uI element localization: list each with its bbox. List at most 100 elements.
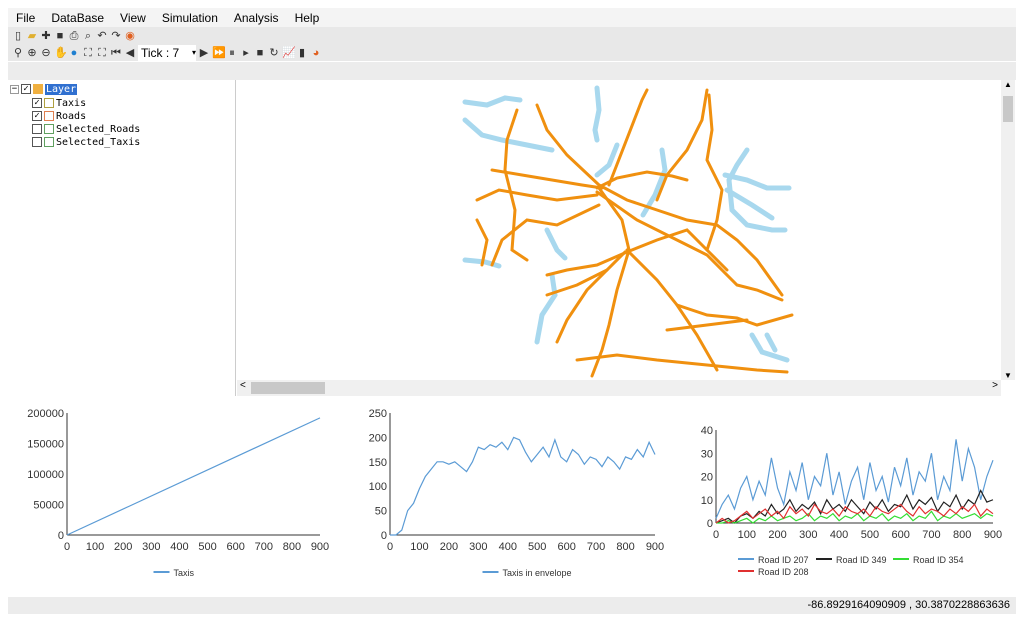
x-tick-label: 0: [387, 541, 393, 553]
stop-icon[interactable]: ■: [254, 47, 266, 59]
taxi-road: [722, 172, 792, 191]
legend-label: Road ID 354: [913, 555, 964, 565]
menu-help[interactable]: Help: [287, 11, 328, 25]
tree-node-taxis[interactable]: ✓ Taxis: [32, 97, 86, 109]
print-icon[interactable]: ⎙: [68, 30, 80, 42]
chevron-down-icon[interactable]: ▾: [192, 45, 196, 61]
coordinates-readout: -86.8929164090909 , 30.3870228863636: [807, 599, 1010, 611]
y-tick-label: 40: [701, 425, 713, 437]
scroll-up-icon[interactable]: ▲: [1001, 80, 1015, 89]
layer-label: Roads: [56, 110, 87, 122]
fast-forward-icon[interactable]: ⏩: [212, 47, 226, 59]
tick-dropdown[interactable]: Tick : 7 ▾: [138, 44, 196, 61]
open-icon[interactable]: ▰: [26, 30, 38, 42]
road: [590, 186, 631, 378]
undo-icon[interactable]: ↶: [96, 30, 108, 42]
full-extent-icon[interactable]: ⛶: [82, 47, 94, 59]
scroll-down-icon[interactable]: ▼: [1001, 371, 1015, 380]
fit-icon[interactable]: ⛶: [96, 47, 108, 59]
zoom-out-icon[interactable]: ⊖: [40, 47, 52, 59]
x-tick-label: 100: [738, 529, 756, 541]
road: [503, 108, 529, 262]
menu-view[interactable]: View: [112, 11, 154, 25]
menu-analysis[interactable]: Analysis: [226, 11, 287, 25]
tree-node-layer[interactable]: − ✓ Layer: [10, 83, 78, 95]
color-icon[interactable]: ◉: [124, 30, 136, 42]
redo-icon[interactable]: ↷: [110, 30, 122, 42]
menu-database[interactable]: DataBase: [43, 11, 112, 25]
scroll-left-icon[interactable]: <: [240, 380, 246, 391]
menu-file[interactable]: File: [8, 11, 43, 25]
x-tick-label: 200: [114, 541, 132, 553]
road: [575, 353, 789, 374]
toolbar-file: ▯ ▰ ✚ ■ ⎙ ⌕ ↶ ↷ ◉: [8, 27, 1016, 44]
taxi-road: [592, 85, 602, 143]
y-tick-label: 10: [701, 495, 713, 507]
layer-checkbox[interactable]: ✓: [32, 98, 42, 108]
roads: [475, 88, 794, 378]
next-icon[interactable]: ▶: [198, 47, 210, 59]
taxi-road: [764, 332, 778, 353]
vertical-scroll-thumb[interactable]: [1003, 96, 1013, 122]
pan-icon[interactable]: ✋: [54, 47, 68, 59]
y-tick-label: 20: [701, 472, 713, 484]
toolbar-simulation: ⚲ ⊕ ⊖ ✋ ● ⛶ ⛶ ⏮ ◀ Tick : 7 ▾ ▶ ⏩ ⏸ ▸ ■ ↻ 📈 ▮ ◕: [8, 44, 1016, 61]
scroll-right-icon[interactable]: >: [992, 380, 998, 391]
tree-node-selected-taxis[interactable]: Selected_Taxis: [32, 136, 140, 148]
horizontal-scroll-thumb[interactable]: [251, 382, 325, 394]
globe-icon[interactable]: ●: [68, 47, 80, 59]
layer-icon: [44, 111, 54, 121]
menu-bar: File DataBase View Simulation Analysis Help: [8, 8, 1016, 27]
tick-value: Tick : 7: [141, 45, 180, 60]
pie-chart-icon[interactable]: ◕: [310, 47, 322, 59]
layer-checkbox[interactable]: [32, 124, 42, 134]
layer-tree: − ✓ Layer ✓ Taxis ✓ Roads Selected_Roads Sele…: [8, 80, 236, 396]
add-icon[interactable]: ✚: [40, 30, 52, 42]
road: [655, 88, 709, 202]
vertical-scrollbar[interactable]: ▲ ▼: [1001, 80, 1015, 380]
x-tick-label: 300: [799, 529, 817, 541]
layer-checkbox[interactable]: [32, 137, 42, 147]
x-tick-label: 600: [891, 529, 909, 541]
y-tick-label: 100000: [27, 469, 64, 481]
layer-label: Taxis: [56, 97, 87, 109]
x-tick-label: 500: [861, 529, 879, 541]
find-icon[interactable]: ⌕: [82, 30, 94, 42]
save-icon[interactable]: ■: [54, 30, 66, 42]
zoom-in-icon[interactable]: ⊕: [26, 47, 38, 59]
x-tick-label: 100: [86, 541, 104, 553]
x-tick-label: 900: [311, 541, 329, 553]
y-tick-label: 150: [369, 457, 387, 469]
x-tick-label: 900: [646, 541, 664, 553]
layer-label: Selected_Roads: [56, 123, 141, 135]
prev-icon[interactable]: ◀: [124, 47, 136, 59]
refresh-icon[interactable]: ↻: [268, 47, 280, 59]
tree-node-selected-roads[interactable]: Selected_Roads: [32, 123, 140, 135]
collapse-icon[interactable]: −: [10, 84, 19, 94]
x-tick-label: 200: [440, 541, 458, 553]
x-tick-label: 100: [410, 541, 428, 553]
pause-icon[interactable]: ⏸: [226, 47, 238, 59]
menu-simulation[interactable]: Simulation: [154, 11, 226, 25]
series-line-taxis: [66, 417, 321, 536]
taxi-road: [544, 227, 568, 261]
x-tick-label: 800: [953, 529, 971, 541]
tree-node-roads[interactable]: ✓ Roads: [32, 110, 86, 122]
x-tick-label: 500: [198, 541, 216, 553]
bar-chart-icon[interactable]: ▮: [296, 47, 308, 59]
layer-checkbox[interactable]: ✓: [21, 84, 31, 94]
layer-checkbox[interactable]: ✓: [32, 111, 42, 121]
taxi-road: [534, 272, 558, 345]
legend-label: Road ID 349: [836, 555, 887, 565]
zoom-icon[interactable]: ⚲: [12, 47, 24, 59]
line-chart-icon[interactable]: 📈: [282, 47, 296, 59]
tree-root-label[interactable]: Layer: [45, 83, 78, 95]
play-icon[interactable]: ▸: [240, 47, 252, 59]
new-icon[interactable]: ▯: [12, 30, 24, 42]
x-tick-label: 800: [616, 541, 634, 553]
map-view[interactable]: ▲ ▼ < >: [237, 80, 1015, 396]
series-line-road-id-207: [715, 439, 994, 519]
horizontal-scrollbar[interactable]: < >: [237, 380, 1001, 396]
legend-label: Road ID 207: [758, 555, 809, 565]
first-icon[interactable]: ⏮: [110, 47, 122, 59]
